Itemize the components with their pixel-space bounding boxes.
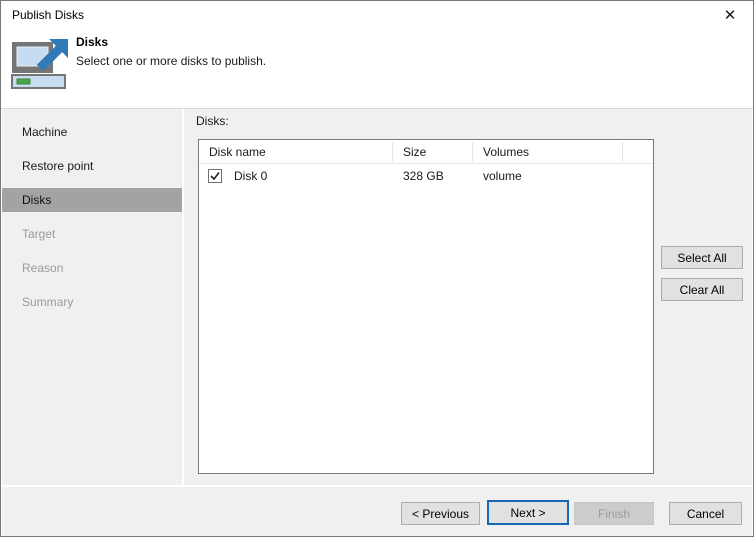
disk-size-cell: 328 GB	[403, 169, 444, 183]
finish-button: Finish	[574, 502, 654, 525]
checkmark-icon	[210, 172, 220, 181]
disks-table[interactable]: Disk name Size Volumes Disk 0 328 GB vol…	[198, 139, 654, 474]
sidebar-item-reason: Reason	[22, 261, 64, 275]
window-title: Publish Disks	[12, 8, 85, 22]
previous-button[interactable]: < Previous	[401, 502, 480, 525]
cancel-button[interactable]: Cancel	[669, 502, 742, 525]
close-icon: ✕	[723, 7, 737, 24]
disk-name-cell: Disk 0	[234, 169, 268, 183]
title-bar: Publish Disks ✕	[1, 1, 753, 29]
sidebar-item-restore-point[interactable]: Restore point	[2, 154, 182, 178]
disk-checkbox-checked[interactable]	[208, 169, 222, 183]
wizard-header: Disks Select one or more disks to publis…	[1, 29, 753, 108]
close-button[interactable]: ✕	[713, 1, 747, 29]
page-title: Disks	[76, 35, 109, 49]
sidebar-item-disks[interactable]: Disks	[2, 188, 182, 212]
column-separator	[392, 142, 393, 162]
column-header-disk-name[interactable]: Disk name	[209, 140, 266, 164]
disks-list-label: Disks:	[196, 114, 229, 128]
column-separator	[622, 142, 623, 162]
disk-volumes-cell: volume	[483, 169, 522, 183]
wizard-steps-sidebar: Machine Restore point Disks Target Reaso…	[2, 109, 182, 485]
sidebar-item-summary: Summary	[22, 295, 74, 309]
publish-disk-icon	[11, 37, 69, 89]
column-separator	[472, 142, 473, 162]
page-subtitle: Select one or more disks to publish.	[76, 54, 267, 68]
step-list: Machine Restore point Disks Target Reaso…	[2, 120, 182, 324]
clear-all-button[interactable]: Clear All	[661, 278, 743, 301]
column-header-size[interactable]: Size	[403, 140, 426, 164]
publish-disks-dialog: Publish Disks ✕ Disks Select one or more…	[0, 0, 754, 537]
next-button[interactable]: Next >	[487, 500, 569, 525]
sidebar-item-target: Target	[22, 227, 56, 241]
table-row[interactable]: Disk 0 328 GB volume	[199, 164, 653, 188]
sidebar-item-machine[interactable]: Machine	[2, 120, 182, 144]
select-all-button[interactable]: Select All	[661, 246, 743, 269]
wizard-body: Machine Restore point Disks Target Reaso…	[2, 109, 752, 485]
column-header-volumes[interactable]: Volumes	[483, 140, 529, 164]
disks-table-header: Disk name Size Volumes	[199, 140, 653, 164]
